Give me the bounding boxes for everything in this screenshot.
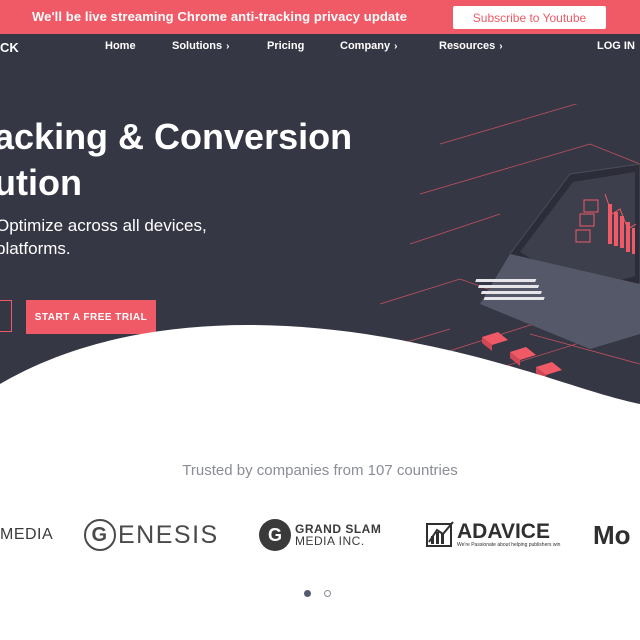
adavice-tagline: We're Passionate about helping publisher… <box>457 541 561 548</box>
adavice-chart-icon <box>426 521 454 547</box>
hero-title-line-2: ution <box>0 162 82 203</box>
nav-solutions-label: Solutions <box>172 40 223 52</box>
announcement-bar: We'll be live streaming Chrome anti-trac… <box>0 0 640 34</box>
nav-resources[interactable]: Resources › <box>439 40 503 52</box>
nav-home-label: Home <box>105 40 136 52</box>
nav-company[interactable]: Company › <box>340 40 397 52</box>
trusted-heading: Trusted by companies from 107 countries <box>182 462 458 479</box>
mo-logo-text: Mo <box>593 519 631 550</box>
hero-subtitle: Optimize across all devices, platforms. <box>0 214 207 260</box>
genesis-logo-text: ENESIS <box>118 520 219 549</box>
hero-wave-divider <box>0 324 640 404</box>
media-logo: MEDIA <box>0 515 53 555</box>
chevron-right-icon: › <box>499 41 503 52</box>
nav-resources-label: Resources <box>439 40 496 52</box>
genesis-logo: G ENESIS <box>84 515 219 555</box>
genesis-g-mark: G <box>84 519 116 551</box>
hero-section: CK Home Solutions › Pricing Company › Reso… <box>0 34 640 404</box>
brand-logo[interactable]: CK <box>0 40 19 55</box>
grand-slam-logo-text: GRAND SLAM MEDIA INC. <box>295 523 381 547</box>
hero-title: acking & Conversion ution <box>0 114 352 206</box>
nav-home[interactable]: Home <box>105 40 136 52</box>
adavice-logo-text: ADAVICE We're Passionate about helping p… <box>457 519 561 549</box>
chevron-right-icon: › <box>226 41 230 52</box>
announcement-text: We'll be live streaming Chrome anti-trac… <box>32 9 408 24</box>
hero-subtitle-line-2: platforms. <box>0 239 71 258</box>
adavice-wordmark: ADAVICE <box>457 519 550 543</box>
mo-logo: Mo <box>593 515 631 555</box>
adavice-logo: ADAVICE We're Passionate about helping p… <box>425 515 560 555</box>
subscribe-youtube-button[interactable]: Subscribe to Youtube <box>453 6 606 29</box>
carousel-dot-active[interactable] <box>304 590 311 597</box>
chevron-right-icon: › <box>394 41 398 52</box>
carousel-dots <box>0 590 640 600</box>
login-link[interactable]: LOG IN <box>597 40 635 52</box>
grand-slam-g-mark: G <box>259 519 291 551</box>
media-logo-text: MEDIA <box>0 526 54 543</box>
hero-title-line-1: acking & Conversion <box>0 116 353 157</box>
nav-company-label: Company <box>340 40 391 52</box>
grand-slam-line-2: MEDIA INC. <box>295 534 365 548</box>
carousel-dot[interactable] <box>324 590 331 597</box>
grand-slam-media-logo: G GRAND SLAM MEDIA INC. <box>259 515 381 555</box>
hero-subtitle-line-1: Optimize across all devices, <box>0 216 207 235</box>
nav-pricing-label: Pricing <box>267 40 305 52</box>
nav-pricing[interactable]: Pricing <box>267 40 304 52</box>
nav-solutions[interactable]: Solutions › <box>172 40 229 52</box>
